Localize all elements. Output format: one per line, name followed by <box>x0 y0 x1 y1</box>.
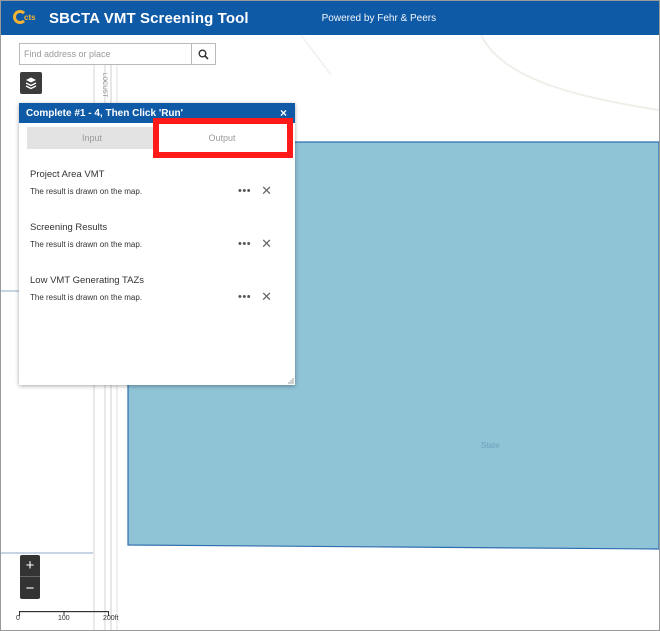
scale-label-ft: 200ft <box>103 615 119 622</box>
result-description: The result is drawn on the map. <box>30 186 143 196</box>
layer-list-button[interactable] <box>20 72 42 94</box>
screening-panel: Complete #1 - 4, Then Click 'Run' × Inpu… <box>19 103 295 385</box>
panel-header: Complete #1 - 4, Then Click 'Run' × <box>19 103 295 123</box>
layers-icon <box>25 77 37 90</box>
results-list: Project Area VMT The result is drawn on … <box>19 149 295 304</box>
background-road <box>480 35 659 111</box>
result-item: Screening Results The result is drawn on… <box>30 222 286 251</box>
app-title: SBCTA VMT Screening Tool <box>49 9 249 27</box>
remove-result-button[interactable]: ✕ <box>261 184 272 197</box>
search-input[interactable] <box>20 44 191 64</box>
panel-tabs: Input Output <box>19 127 295 149</box>
result-title: Project Area VMT <box>30 169 105 180</box>
scale-label-hundred: 100 <box>58 615 70 622</box>
search-icon <box>198 49 209 60</box>
zoom-in-button[interactable]: + <box>20 555 40 577</box>
resize-grip-icon[interactable] <box>287 377 294 384</box>
result-description: The result is drawn on the map. <box>30 239 143 249</box>
scale-label-zero: 0 <box>16 615 20 622</box>
road-label: LOCUST <box>101 73 107 98</box>
search-button[interactable] <box>191 44 215 64</box>
more-options-button[interactable]: ••• <box>238 291 251 303</box>
zoom-out-button[interactable]: − <box>20 577 40 599</box>
more-options-button[interactable]: ••• <box>238 238 251 250</box>
zoom-control: + − <box>20 555 40 599</box>
panel-title: Complete #1 - 4, Then Click 'Run' <box>26 107 184 119</box>
result-title: Screening Results <box>30 222 108 233</box>
tab-output[interactable]: Output <box>157 127 287 149</box>
scale-bar: 0 100 200ft <box>14 608 134 624</box>
powered-by-text: Powered by Fehr & Peers <box>321 12 437 24</box>
more-options-button[interactable]: ••• <box>238 185 251 197</box>
search-box <box>19 43 216 65</box>
app-header: cts SBCTA VMT Screening Tool Powered by … <box>1 1 659 35</box>
result-item: Low VMT Generating TAZs The result is dr… <box>30 275 286 304</box>
remove-result-button[interactable]: ✕ <box>261 290 272 303</box>
logo-text: cts <box>24 13 36 22</box>
polygon-label: State <box>481 441 500 450</box>
result-description: The result is drawn on the map. <box>30 292 143 302</box>
sbcta-logo: cts <box>13 7 43 29</box>
remove-result-button[interactable]: ✕ <box>261 237 272 250</box>
tab-input[interactable]: Input <box>27 127 157 149</box>
result-title: Low VMT Generating TAZs <box>30 275 145 286</box>
background-road <box>300 35 332 76</box>
result-item: Project Area VMT The result is drawn on … <box>30 169 286 198</box>
panel-close-button[interactable]: × <box>280 106 287 120</box>
